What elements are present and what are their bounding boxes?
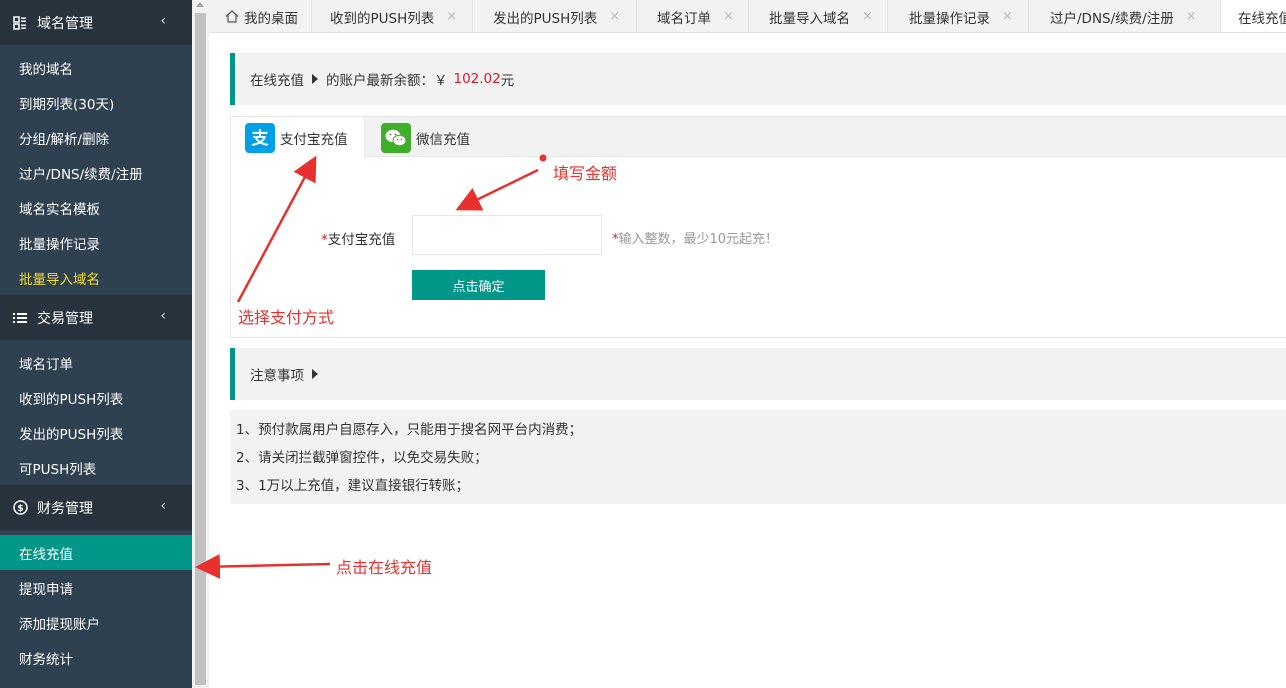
sidebar: 域名管理 ‹ 我的域名 到期列表(30天) 分组/解析/删除 过户/DNS/续费… [0, 0, 192, 688]
confirm-button[interactable]: 点击确定 [412, 270, 545, 300]
tab-wechat[interactable]: 微信充值 [381, 117, 491, 158]
scrollbar-thumb[interactable] [195, 13, 206, 685]
sidebar-section-title: 交易管理 [37, 310, 93, 327]
amount-tip-text: 输入整数，最少10元起充！ [618, 232, 779, 247]
annotation-click-recharge: 点击在线充值 [336, 558, 433, 577]
sidebar-item-expiring[interactable]: 到期列表(30天) [0, 85, 192, 120]
balance-header: 在线充值 的账户最新余额：￥ 102.02 元 [230, 53, 1286, 105]
sidebar-item-realname-template[interactable]: 域名实名模板 [0, 190, 192, 225]
main-content: 在线充值 的账户最新余额：￥ 102.02 元 支 支付宝充值 微信充值 *支付… [209, 33, 1286, 688]
balance-prefix: 的账户最新余额：￥ [326, 73, 448, 89]
sidebar-item-batch-import[interactable]: 批量导入域名 [0, 260, 192, 295]
chevron-left-icon: ‹ [160, 13, 166, 29]
sidebar-item-domain-orders[interactable]: 域名订单 [0, 345, 192, 380]
tab-label: 我的桌面 [244, 10, 298, 27]
balance-value: 102.02 [453, 71, 501, 87]
caret-right-icon [312, 369, 318, 379]
notes-title: 注意事项 [250, 368, 304, 384]
sidebar-item-received-push[interactable]: 收到的PUSH列表 [0, 380, 192, 415]
wechat-icon [381, 122, 411, 153]
tab-alipay[interactable]: 支 支付宝充值 [231, 117, 365, 158]
tab-batch-records[interactable]: 批量操作记录 × [888, 0, 1029, 32]
tab-label: 域名订单 [657, 10, 711, 27]
note-line: 3、1万以上充值，建议直接银行转账； [236, 478, 470, 494]
sidebar-scrollbar[interactable] [192, 0, 209, 688]
amount-label: *支付宝充值 [321, 228, 395, 248]
dollar-icon: $ [12, 500, 28, 516]
tab-label: 在线充值 [1238, 11, 1286, 27]
close-icon[interactable]: × [1186, 9, 1197, 24]
note-line: 2、请关闭拦截弹窗控件，以免交易失败； [236, 450, 488, 466]
sidebar-item-online-recharge[interactable]: 在线充值 [0, 535, 192, 570]
required-mark: * [321, 232, 328, 248]
grid-icon [12, 15, 28, 31]
tab-label: 批量操作记录 [909, 10, 990, 27]
annotation-choose-payment: 选择支付方式 [238, 308, 335, 327]
svg-text:$: $ [17, 504, 23, 514]
svg-text:支: 支 [252, 128, 270, 149]
tab-label: 发出的PUSH列表 [493, 10, 598, 27]
chevron-left-icon: ‹ [160, 308, 166, 324]
tab-received-push[interactable]: 收到的PUSH列表 × [312, 0, 473, 32]
tab-label: 收到的PUSH列表 [330, 10, 435, 27]
tab-domain-orders[interactable]: 域名订单 × [637, 0, 749, 32]
sidebar-item-pushable[interactable]: 可PUSH列表 [0, 450, 192, 485]
tab-sent-push[interactable]: 发出的PUSH列表 × [473, 0, 637, 32]
amount-label-text: 支付宝充值 [327, 232, 396, 248]
sidebar-section-finance[interactable]: $ 财务管理 ‹ [0, 485, 192, 530]
alipay-icon: 支 [245, 122, 275, 153]
caret-right-icon [312, 74, 318, 84]
amount-tip: *输入整数，最少10元起充！ [612, 228, 778, 247]
list-icon [12, 310, 28, 326]
sidebar-section-domain[interactable]: 域名管理 ‹ [0, 0, 192, 45]
close-icon[interactable]: × [1002, 9, 1013, 24]
close-icon[interactable]: × [862, 9, 873, 24]
tab-desktop[interactable]: 我的桌面 [209, 0, 312, 32]
tab-bar: 我的桌面 收到的PUSH列表 × 发出的PUSH列表 × 域名订单 × 批量导入… [209, 0, 1286, 33]
tab-transfer-dns[interactable]: 过户/DNS/续费/注册 × [1029, 0, 1221, 32]
sidebar-item-sent-push[interactable]: 发出的PUSH列表 [0, 415, 192, 450]
close-icon[interactable]: × [723, 9, 734, 24]
sidebar-item-batch-records[interactable]: 批量操作记录 [0, 225, 192, 260]
close-icon[interactable]: × [609, 9, 620, 24]
note-line: 1、预付款属用户自愿存入，只能用于搜名网平台内消费； [236, 422, 583, 438]
balance-unit: 元 [500, 73, 515, 89]
sidebar-item-finance-stats[interactable]: 财务统计 [0, 640, 192, 675]
page-crumb: 在线充值 [250, 73, 304, 89]
sidebar-item-transfer-dns[interactable]: 过户/DNS/续费/注册 [0, 155, 192, 190]
tab-batch-import[interactable]: 批量导入域名 × [749, 0, 888, 32]
tab-label: 微信充值 [416, 131, 470, 148]
sidebar-item-group-resolve[interactable]: 分组/解析/删除 [0, 120, 192, 155]
notes-header[interactable]: 注意事项 [230, 348, 1286, 400]
tab-label: 批量导入域名 [769, 10, 850, 27]
tab-online-recharge[interactable]: 在线充值 [1221, 0, 1286, 32]
tab-label: 支付宝充值 [280, 131, 348, 148]
sidebar-section-title: 域名管理 [37, 15, 93, 32]
sidebar-section-title: 财务管理 [37, 500, 93, 517]
sidebar-item-my-domains[interactable]: 我的域名 [0, 50, 192, 85]
sidebar-item-withdraw[interactable]: 提现申请 [0, 570, 192, 605]
payment-panel: 支 支付宝充值 微信充值 *支付宝充值 *输入整数，最少10元起充！ 点击确定 [230, 116, 1286, 338]
payment-tabs: 支 支付宝充值 微信充值 [231, 117, 1286, 158]
home-icon [225, 10, 239, 23]
sidebar-item-add-withdraw-account[interactable]: 添加提现账户 [0, 605, 192, 640]
sidebar-section-trade[interactable]: 交易管理 ‹ [0, 295, 192, 340]
tab-label: 过户/DNS/续费/注册 [1050, 10, 1174, 27]
annotation-fill-amount: 填写金额 [553, 164, 618, 183]
chevron-left-icon: ‹ [160, 498, 166, 514]
amount-input[interactable] [412, 215, 602, 255]
close-icon[interactable]: × [446, 9, 457, 24]
notes-list: 1、预付款属用户自愿存入，只能用于搜名网平台内消费； 2、请关闭拦截弹窗控件，以… [230, 410, 1286, 504]
scroll-up-arrow-icon[interactable] [196, 2, 204, 7]
